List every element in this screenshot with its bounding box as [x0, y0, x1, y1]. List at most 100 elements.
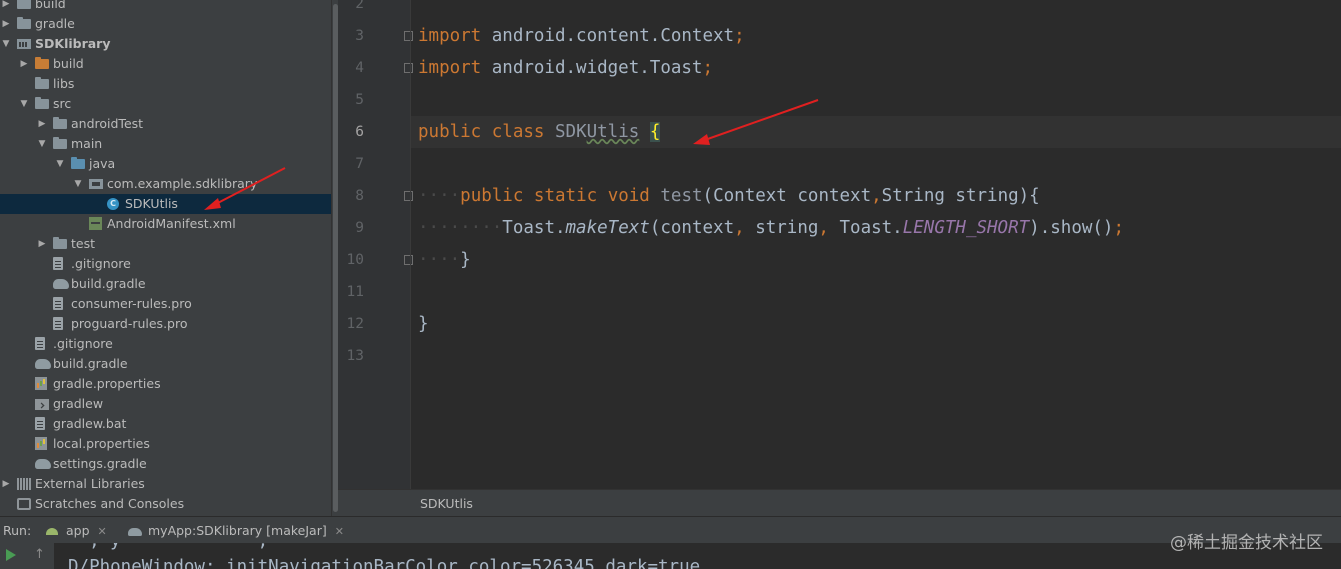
rerun-icon[interactable] — [6, 549, 16, 561]
chevron-down-icon[interactable]: ▼ — [37, 134, 47, 154]
close-icon[interactable]: ✕ — [335, 525, 344, 538]
tree-item[interactable]: ▼ src — [0, 94, 331, 114]
tree-item[interactable]: build.gradle — [0, 354, 331, 374]
scratch-icon — [17, 498, 31, 510]
code-line[interactable]: ····} — [418, 244, 471, 276]
run-tab-app[interactable]: app ✕ — [46, 517, 107, 544]
tree-item-label: java — [89, 156, 116, 171]
tree-item-label: build — [35, 0, 66, 11]
close-icon[interactable]: ✕ — [98, 525, 107, 538]
tree-item-label: build.gradle — [71, 276, 146, 291]
tree-item-label: .gitignore — [71, 256, 131, 271]
project-tree-panel: ▶ build ▶ gradle ▼ SDKlibrary ▶ build libs ▼ src ▶ a… — [0, 0, 331, 516]
tree-item[interactable]: ▼ java — [0, 154, 331, 174]
module-icon — [17, 39, 31, 49]
gradle-icon — [128, 527, 142, 536]
watermark: @稀土掘金技术社区 — [1170, 533, 1323, 553]
tree-item-label: build — [53, 56, 84, 71]
fold-marker-icon[interactable] — [404, 191, 413, 201]
fold-marker-icon[interactable] — [404, 63, 413, 73]
tree-item[interactable]: consumer-rules.pro — [0, 294, 331, 314]
tree-item-label: consumer-rules.pro — [71, 296, 192, 311]
android-icon — [46, 528, 58, 535]
xml-file-icon — [89, 217, 102, 230]
tree-item[interactable]: .gitignore — [0, 334, 331, 354]
chevron-right-icon[interactable]: ▶ — [19, 54, 29, 74]
chevron-right-icon[interactable]: ▶ — [1, 474, 11, 494]
line-number: 9 — [355, 220, 364, 236]
line-number: 10 — [346, 252, 364, 268]
line-number: 7 — [355, 156, 364, 172]
tree-item[interactable]: local.properties — [0, 434, 331, 454]
tree-item[interactable]: ▼ main — [0, 134, 331, 154]
code-line[interactable]: } — [418, 308, 429, 340]
tree-item[interactable]: libs — [0, 74, 331, 94]
tree-item[interactable]: gradlew.bat — [0, 414, 331, 434]
tree-item-label: gradle — [35, 16, 75, 31]
console-line: D/PhoneWindow: initNavigationBarColor co… — [68, 557, 701, 569]
tree-item[interactable]: .gitignore — [0, 254, 331, 274]
tree-item-label: local.properties — [53, 436, 150, 451]
run-console[interactable]: , y , D/PhoneWindow: initNavigationBarCo… — [54, 543, 1341, 569]
tree-item[interactable]: ▼ SDKlibrary — [0, 34, 331, 54]
tree-item[interactable]: ▶ build — [0, 54, 331, 74]
code-line[interactable]: import android.widget.Toast; — [418, 52, 713, 84]
chevron-down-icon[interactable]: ▼ — [19, 94, 29, 114]
tree-item-label: proguard-rules.pro — [71, 316, 188, 331]
code-line[interactable]: import android.content.Context; — [418, 20, 745, 52]
tree-item[interactable]: Scratches and Consoles — [0, 494, 331, 514]
tree-item-label: gradle.properties — [53, 376, 161, 391]
folder-icon — [35, 77, 49, 89]
gradle-icon — [35, 459, 51, 469]
tree-item[interactable]: C SDKUtlis — [0, 194, 331, 214]
tree-item-label: Scratches and Consoles — [35, 496, 185, 511]
tree-item-label: External Libraries — [35, 476, 145, 491]
tree-item-label: build.gradle — [53, 356, 128, 371]
tree-item[interactable]: gradle.properties — [0, 374, 331, 394]
code-line[interactable]: public class SDKUtlis { — [418, 116, 661, 148]
tree-item[interactable]: ▶ build — [0, 0, 331, 14]
fold-marker-icon[interactable] — [404, 31, 413, 41]
chevron-right-icon[interactable]: ▶ — [37, 114, 47, 134]
tree-item-label: test — [71, 236, 96, 251]
gradle-icon — [35, 359, 51, 369]
file-icon — [53, 257, 63, 270]
chevron-right-icon[interactable]: ▶ — [37, 234, 47, 254]
code-line[interactable]: ····public static void test(Context cont… — [418, 180, 1040, 212]
tree-item[interactable]: ▼ com.example.sdklibrary — [0, 174, 331, 194]
chevron-down-icon[interactable]: ▼ — [73, 174, 83, 194]
tree-item[interactable]: ▶ test — [0, 234, 331, 254]
tree-item[interactable]: ▶ External Libraries — [0, 474, 331, 494]
tree-item[interactable]: AndroidManifest.xml — [0, 214, 331, 234]
arrow-up-icon[interactable]: ↑ — [34, 547, 45, 562]
tree-item[interactable]: ▶ androidTest — [0, 114, 331, 134]
line-number: 8 — [355, 188, 364, 204]
code-editor[interactable]: 2 3 4 5 6 7 8 9 10 11 12 13 import android.content.… — [338, 0, 1341, 489]
folder-icon — [35, 97, 49, 109]
folder-icon — [53, 137, 67, 149]
fold-marker-icon[interactable] — [404, 255, 413, 265]
run-tab-makejar[interactable]: myApp:SDKlibrary [makeJar] ✕ — [128, 517, 344, 544]
tree-item-label: gradlew — [53, 396, 104, 411]
tree-item[interactable]: gradlew — [0, 394, 331, 414]
code-line[interactable]: ········Toast.makeText(context, string, … — [418, 212, 1124, 244]
class-icon: C — [107, 198, 119, 210]
gutter-separator — [410, 0, 411, 489]
chevron-down-icon[interactable]: ▼ — [55, 154, 65, 174]
file-icon — [53, 297, 63, 310]
tree-item[interactable]: ▶ gradle — [0, 14, 331, 34]
tree-item[interactable]: build.gradle — [0, 274, 331, 294]
chevron-down-icon[interactable]: ▼ — [1, 34, 11, 54]
line-number: 12 — [346, 316, 364, 332]
file-icon — [35, 417, 45, 430]
tree-item-label: src — [53, 96, 72, 111]
chevron-right-icon[interactable]: ▶ — [1, 14, 11, 34]
folder-icon — [17, 0, 31, 9]
tree-item[interactable]: settings.gradle — [0, 454, 331, 474]
line-number-gutter: 2 3 4 5 6 7 8 9 10 11 12 13 — [338, 0, 413, 489]
tree-item-label: main — [71, 136, 103, 151]
chevron-right-icon[interactable]: ▶ — [1, 0, 11, 14]
tree-item[interactable]: proguard-rules.pro — [0, 314, 331, 334]
tree-item-label: .gitignore — [53, 336, 113, 351]
editor-file-label[interactable]: SDKUtlis — [420, 490, 473, 517]
